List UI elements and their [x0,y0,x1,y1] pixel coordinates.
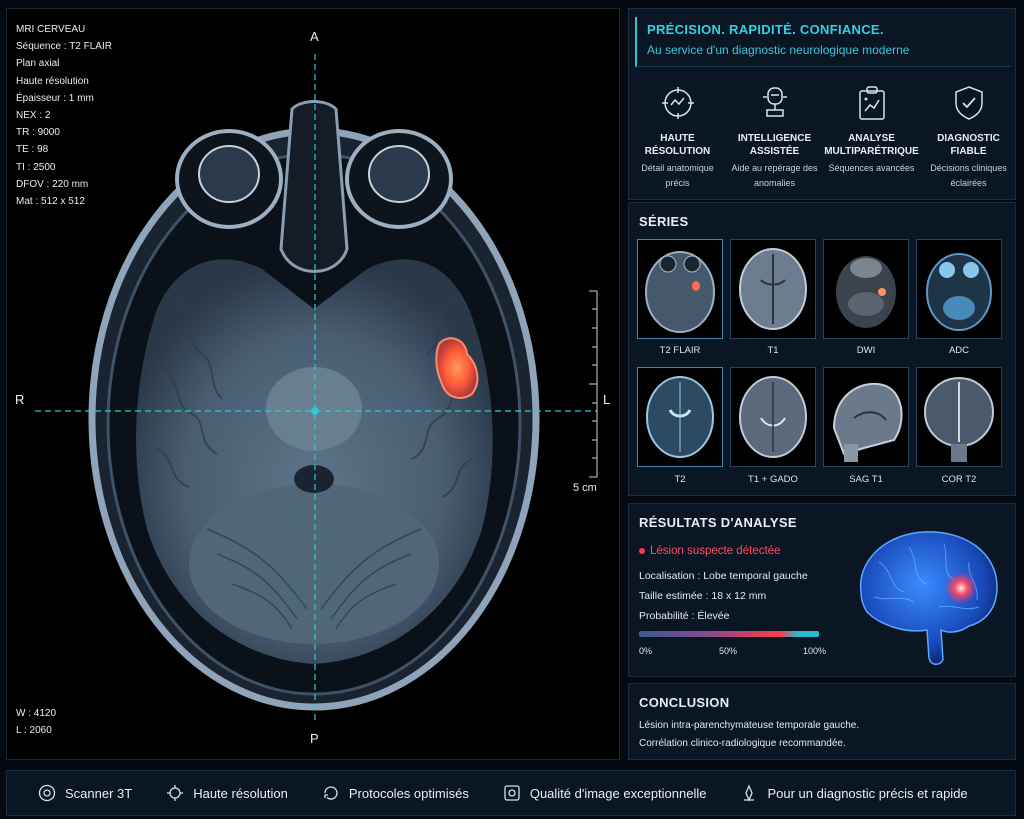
target-scan-icon [661,87,694,119]
results-title: RÉSULTATS D'ANALYSE [639,515,797,530]
lesion-alert: Lésion suspecte détectée [639,545,780,557]
footer-bar: Scanner 3T Haute résolution Protocoles o… [6,770,1016,816]
series-label: T1 [767,345,779,356]
meta-line: Séquence : T2 FLAIR [16,41,112,53]
meta-line: TR : 9000 [16,127,60,139]
orientation-bottom: P [310,731,319,746]
meta-line: TE : 98 [16,144,49,156]
lesion-alert-text: Lésion suspecte détectée [650,545,781,557]
feature-item: ANALYSE MULTIPARÉTRIQUE Séquences avancé… [823,75,920,197]
series-thumb-t1[interactable] [730,239,816,339]
scale-min: 0% [639,646,653,656]
results-panel: RÉSULTATS D'ANALYSE Lésion suspecte déte… [628,503,1016,677]
feature-item: INTELLIGENCE ASSISTÉE Aide au repérage d… [726,75,823,197]
feature-item: HAUTE RÉSOLUTION Détail anatomique préci… [629,75,726,197]
series-thumb-dwi[interactable] [823,239,909,339]
tagline: PRÉCISION. RAPIDITÉ. CONFIANCE. Au servi… [635,17,1011,67]
probability-bar [639,631,819,637]
resolution-icon [167,785,184,801]
footer-label: Protocoles optimisés [348,785,469,801]
protocol-icon [324,786,338,800]
series-label: T2 FLAIR [659,345,701,356]
result-location: Localisation : Lobe temporal gauche [639,570,808,582]
orientation-left: R [15,392,25,407]
series-thumb-sag-t1[interactable] [823,367,909,467]
conclusion-title: CONCLUSION [639,695,730,710]
series-thumb-t2-flair[interactable] [637,239,723,339]
orientation-top: A [310,29,319,44]
meta-line: Haute résolution [16,75,89,87]
feature-title: ANALYSE MULTIPARÉTRIQUE [824,133,919,157]
shield-check-icon [954,86,983,120]
feature-subtitle: Détail anatomique précis [641,163,714,188]
scale-mid: 50% [719,646,738,656]
series-label: COR T2 [941,474,977,485]
conclusion-line: Lésion intra-parenchymateuse temporale g… [639,720,860,731]
feature-subtitle: Décisions cliniques éclairées [930,163,1007,188]
series-label: ADC [948,345,970,356]
meta-line: TI : 2500 [16,161,56,173]
feature-title: INTELLIGENCE ASSISTÉE [737,133,812,157]
clipboard-analysis-icon [858,86,885,120]
tagline-title: PRÉCISION. RAPIDITÉ. CONFIANCE. [647,22,884,37]
diagnostic-icon [744,784,755,802]
meta-line: NEX : 2 [16,110,51,122]
footer-label: Scanner 3T [65,785,133,801]
image-quality-icon [504,785,520,801]
window-value: W : 4120 [16,708,57,719]
feature-item: DIAGNOSTIC FIABLE Décisions cliniques éc… [920,75,1017,197]
series-thumb-adc[interactable] [916,239,1002,339]
result-probability: Probabilité : Élevée [639,610,730,622]
meta-line: MRI CERVEAU [16,24,86,35]
footer-item: Pour un diagnostic précis et rapide [740,784,968,802]
footer-item: Protocoles optimisés [322,784,469,802]
footer-item: Haute résolution [166,784,288,802]
window-level: W : 4120 L : 2060 [16,705,56,739]
conclusion-line: Corrélation clinico-radiologique recomma… [639,738,846,749]
level-value: L : 2060 [16,725,52,736]
meta-line: Épaisseur : 1 mm [16,92,94,104]
orientation-right: L [603,392,611,407]
footer-label: Pour un diagnostic précis et rapide [767,785,968,801]
feature-list: HAUTE RÉSOLUTION Détail anatomique préci… [629,75,1017,197]
footer-item: Qualité d'image exceptionnelle [503,784,707,802]
alert-dot-icon [639,547,645,554]
footer-label: Haute résolution [193,785,288,801]
scan-metadata: MRI CERVEAU Séquence : T2 FLAIR Plan axi… [16,21,112,210]
tagline-subtitle: Au service d'un diagnostic neurologique … [647,43,910,57]
lesion-hotspot [945,572,977,604]
series-thumb-t1-gado[interactable] [730,367,816,467]
feature-title: HAUTE RÉSOLUTION [644,133,711,157]
feature-subtitle: Séquences avancées [828,163,915,173]
series-thumb-t2[interactable] [637,367,723,467]
series-label: SAG T1 [849,474,883,485]
scale-label: 5 cm [573,482,597,494]
series-title: SÉRIES [639,214,689,229]
feature-title: DIAGNOSTIC FIABLE [937,133,1000,157]
features-panel: PRÉCISION. RAPIDITÉ. CONFIANCE. Au servi… [628,8,1016,200]
footer-label: Qualité d'image exceptionnelle [529,785,707,801]
mri-viewer[interactable]: MRI CERVEAU Séquence : T2 FLAIR Plan axi… [6,8,620,760]
footer-item: Scanner 3T [38,784,132,802]
feature-subtitle: Aide au repérage des anomalies [731,163,818,188]
series-label: DWI [856,345,876,356]
series-thumb-cor-t2[interactable] [916,367,1002,467]
meta-line: Mat : 512 x 512 [16,196,85,208]
series-panel: SÉRIES T2 FLAIR T1 DWI ADC T2 T1 + GADO … [628,202,1016,496]
scanner-icon [38,784,56,802]
brain-3d-icon [859,531,998,665]
series-label: T2 [674,474,686,485]
scale-max: 100% [803,646,827,656]
result-size: Taille estimée : 18 x 12 mm [639,590,767,602]
conclusion-panel: CONCLUSION Lésion intra-parenchymateuse … [628,683,1016,760]
meta-line: DFOV : 220 mm [16,178,89,190]
meta-line: Plan axial [16,58,60,70]
ai-assistant-icon [762,87,787,117]
series-label: T1 + GADO [748,474,798,485]
